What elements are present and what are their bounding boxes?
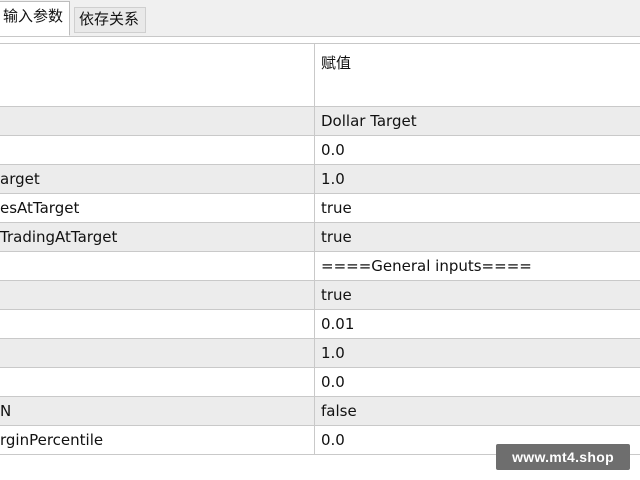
parameter-name: arget: [0, 170, 40, 188]
parameter-value[interactable]: false: [314, 397, 640, 425]
parameter-name: rginPercentile: [0, 431, 104, 449]
table-row[interactable]: Dollar Target: [0, 107, 640, 136]
parameter-name: [0, 339, 313, 367]
parameter-name: N: [0, 402, 12, 420]
parameter-name: esAtTarget: [0, 199, 80, 217]
parameter-name: [0, 252, 313, 280]
parameter-name: [0, 107, 313, 135]
parameter-value[interactable]: Dollar Target: [314, 107, 640, 135]
table-row[interactable]: true: [0, 281, 640, 310]
table-row[interactable]: 0.01: [0, 310, 640, 339]
table-row[interactable]: arget 1.0: [0, 165, 640, 194]
table-row[interactable]: N false: [0, 397, 640, 426]
table-row[interactable]: TradingAtTarget true: [0, 223, 640, 252]
table-header: 赋值: [0, 44, 640, 107]
parameter-name: [0, 281, 313, 309]
parameter-value[interactable]: 1.0: [314, 165, 640, 193]
parameter-value[interactable]: 0.0: [314, 136, 640, 164]
tab-input-parameters[interactable]: 输入参数: [0, 1, 70, 36]
table-row[interactable]: ====General inputs====: [0, 252, 640, 281]
table-row[interactable]: 1.0: [0, 339, 640, 368]
tab-dependencies[interactable]: 依存关系: [74, 7, 146, 33]
watermark-label: www.mt4.shop: [496, 444, 630, 470]
parameter-value[interactable]: 0.01: [314, 310, 640, 338]
parameter-name: [0, 136, 313, 164]
parameter-name: [0, 368, 313, 396]
parameter-value[interactable]: 0.0: [314, 368, 640, 396]
table-row[interactable]: esAtTarget true: [0, 194, 640, 223]
parameter-name: [0, 310, 313, 338]
column-header-value: 赋值: [314, 44, 640, 106]
parameter-name: TradingAtTarget: [0, 228, 118, 246]
parameter-value[interactable]: true: [314, 194, 640, 222]
table-row[interactable]: 0.0: [0, 136, 640, 165]
table-row[interactable]: 0.0: [0, 368, 640, 397]
tab-bar: 输入参数 依存关系: [0, 0, 640, 37]
parameter-value[interactable]: 1.0: [314, 339, 640, 367]
parameters-table: 赋值 Dollar Target 0.0 arget 1.0 esAtTarge…: [0, 43, 640, 455]
parameter-value[interactable]: ====General inputs====: [314, 252, 640, 280]
parameter-value[interactable]: true: [314, 281, 640, 309]
parameter-value[interactable]: true: [314, 223, 640, 251]
column-header-variable: [0, 44, 313, 106]
